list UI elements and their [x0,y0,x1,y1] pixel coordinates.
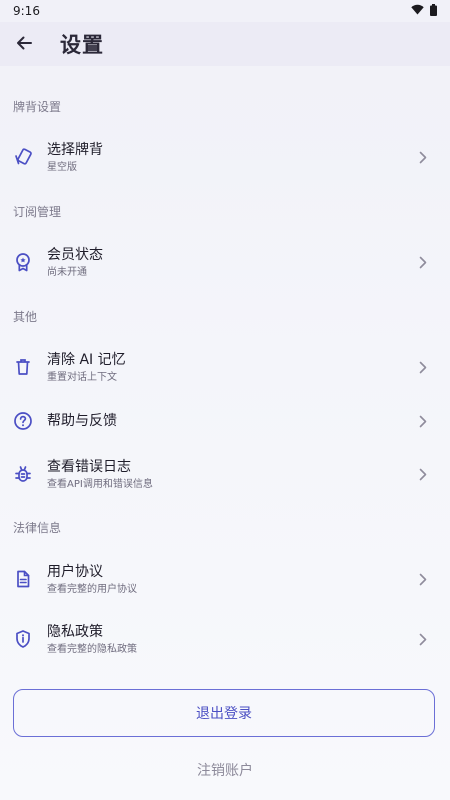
document-icon [13,569,33,589]
row-clear-ai-memory[interactable]: 清除 AI 记忆 重置对话上下文 [0,339,450,395]
row-title: 用户协议 [47,563,103,580]
chevron-right-icon [418,572,428,586]
section-header-card-back: 牌背设置 [13,100,62,114]
row-title: 查看错误日志 [47,458,131,475]
row-subtitle: 查看完整的隐私政策 [47,643,137,655]
chevron-right-icon [418,150,428,164]
chevron-right-icon [418,467,428,481]
row-title: 清除 AI 记忆 [47,351,126,368]
shield-icon [13,629,33,649]
row-subtitle: 星空版 [47,161,77,173]
section-header-subscription: 订阅管理 [13,205,62,219]
row-subtitle: 尚未开通 [47,266,87,278]
back-button[interactable] [0,22,48,66]
row-user-agreement[interactable]: 用户协议 查看完整的用户协议 [0,551,450,607]
settings-list[interactable]: 牌背设置 选择牌背 星空版 订阅管理 会员状态 尚未开通 其他 清除 AI 记忆… [0,66,450,800]
status-time: 9:16 [13,4,40,18]
row-membership-status[interactable]: 会员状态 尚未开通 [0,234,450,290]
row-title: 帮助与反馈 [47,413,117,429]
chevron-right-icon [418,360,428,374]
row-select-card-back[interactable]: 选择牌背 星空版 [0,129,450,185]
section-header-other: 其他 [13,310,38,324]
wifi-icon [411,4,424,18]
row-title: 隐私政策 [47,623,103,640]
delete-account-link[interactable]: 注销账户 [0,760,450,780]
arrow-left-icon [16,35,32,54]
app-bar: 设置 [0,22,450,66]
section-header-legal: 法律信息 [13,521,62,535]
page-title: 设置 [60,33,104,57]
row-privacy-policy[interactable]: 隐私政策 查看完整的隐私政策 [0,611,450,667]
row-title: 选择牌背 [47,141,103,158]
row-subtitle: 重置对话上下文 [47,371,117,383]
chevron-right-icon [418,414,428,428]
row-title: 会员状态 [47,246,103,263]
chevron-right-icon [418,255,428,269]
row-subtitle: 查看完整的用户协议 [47,583,137,595]
status-bar: 9:16 [0,0,450,22]
logout-button[interactable]: 退出登录 [13,689,435,737]
trash-icon [13,357,33,377]
badge-icon [13,252,33,272]
row-help-feedback[interactable]: 帮助与反馈 [0,393,450,449]
battery-icon [430,3,437,19]
row-subtitle: 查看API调用和错误信息 [47,478,153,490]
row-error-log[interactable]: 查看错误日志 查看API调用和错误信息 [0,446,450,502]
chevron-right-icon [418,632,428,646]
help-circle-icon [13,411,33,431]
status-icons [411,3,437,19]
cards-icon [13,147,33,167]
bug-icon [13,464,33,484]
